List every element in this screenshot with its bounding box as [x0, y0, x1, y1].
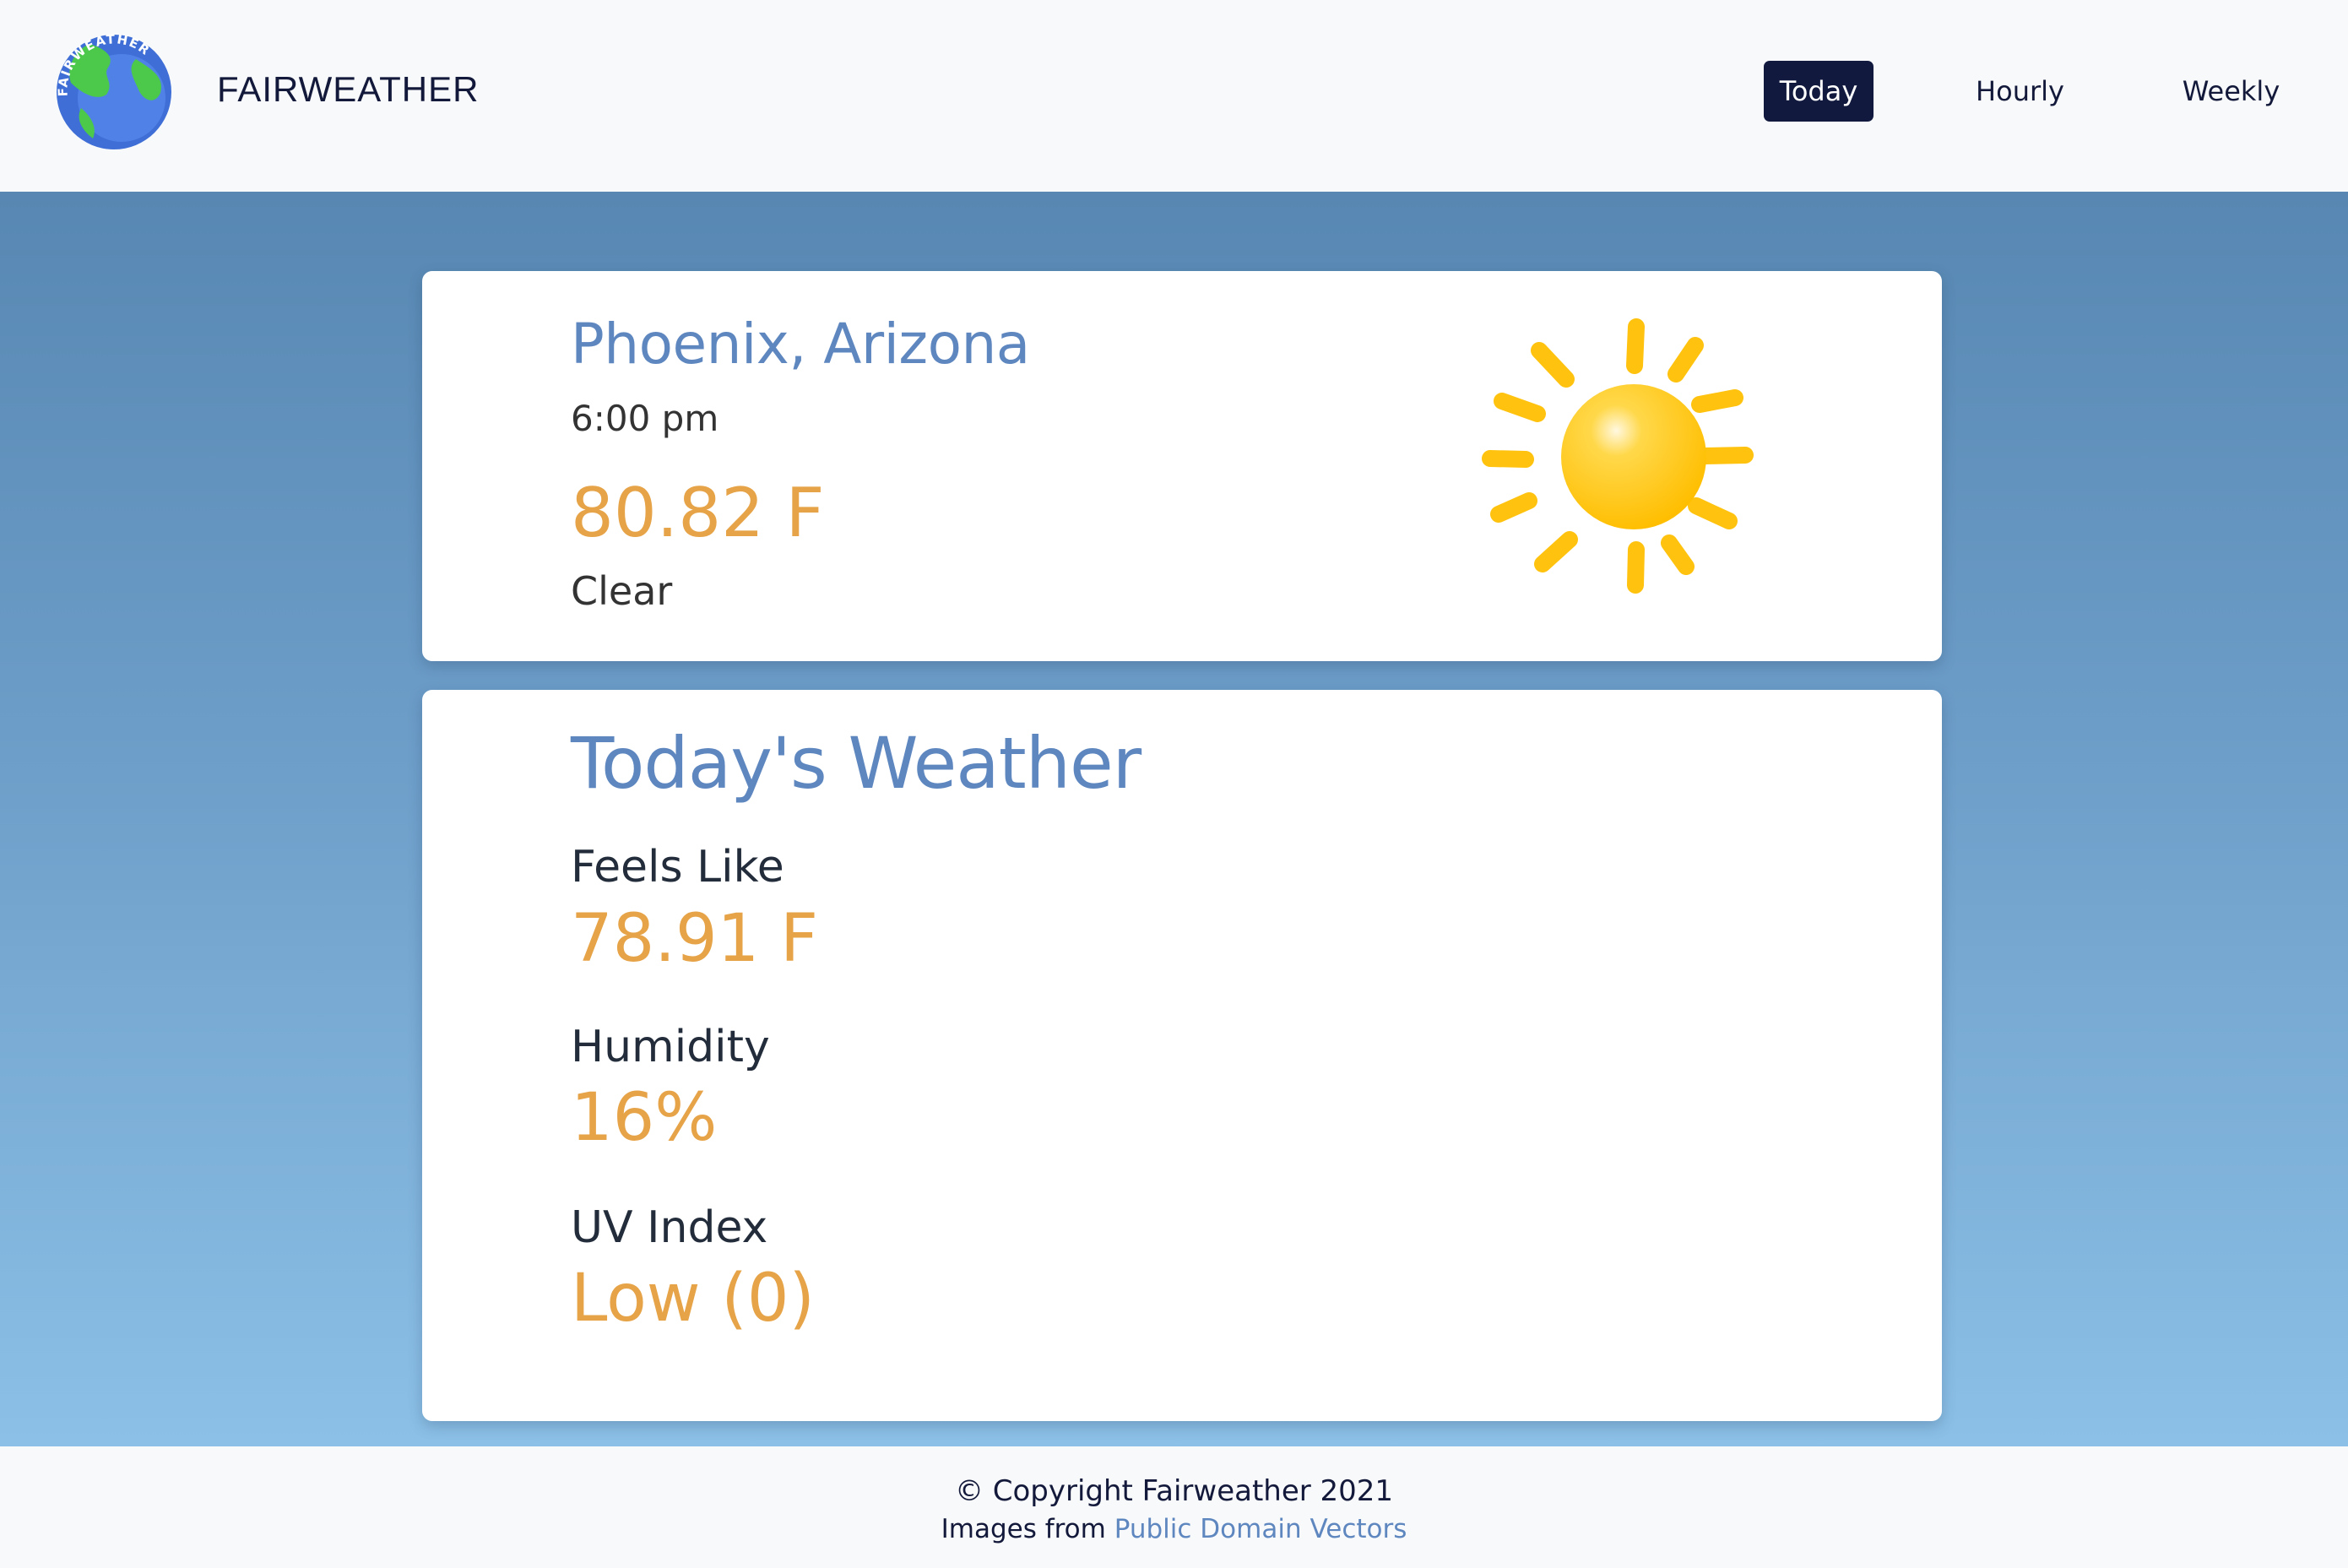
current-time: 6:00 pm — [571, 398, 719, 439]
main-content: Phoenix, Arizona 6:00 pm 80.82 F Clear T… — [0, 192, 2348, 1446]
tab-hourly[interactable]: Hourly — [1959, 61, 2081, 122]
section-title: Today's Weather — [571, 722, 1141, 805]
sun-icon — [1482, 318, 1754, 594]
uv-index-label: UV Index — [571, 1202, 768, 1253]
current-temperature: 80.82 F — [571, 474, 825, 552]
public-domain-vectors-link[interactable]: Public Domain Vectors — [1114, 1514, 1407, 1544]
image-credits: Images from Public Domain Vectors — [0, 1514, 2348, 1544]
copyright-text: © Copyright Fairweather 2021 — [954, 1474, 1394, 1508]
brand-name[interactable]: FAIRWEATHER — [217, 69, 479, 110]
navbar: FAIRWEATHER FAIRWEATHER Today Hourly Wee… — [0, 0, 2348, 192]
humidity-value: 16% — [571, 1080, 718, 1156]
tab-weekly[interactable]: Weekly — [2166, 61, 2296, 122]
feels-like-label: Feels Like — [571, 842, 784, 893]
city-name: Phoenix, Arizona — [571, 312, 1030, 377]
credits-prefix: Images from — [941, 1514, 1106, 1544]
weather-condition: Clear — [571, 568, 673, 614]
tab-today[interactable]: Today — [1764, 61, 1874, 122]
current-weather-card: Phoenix, Arizona 6:00 pm 80.82 F Clear — [422, 271, 1942, 661]
todays-weather-card: Today's Weather Feels Like 78.91 F Humid… — [422, 690, 1942, 1421]
feels-like-value: 78.91 F — [571, 901, 818, 977]
uv-index-value: Low (0) — [571, 1261, 815, 1337]
footer: © Copyright Fairweather 2021 Images from… — [0, 1446, 2348, 1568]
globe-logo-icon[interactable]: FAIRWEATHER — [56, 34, 172, 150]
humidity-label: Humidity — [571, 1022, 770, 1072]
